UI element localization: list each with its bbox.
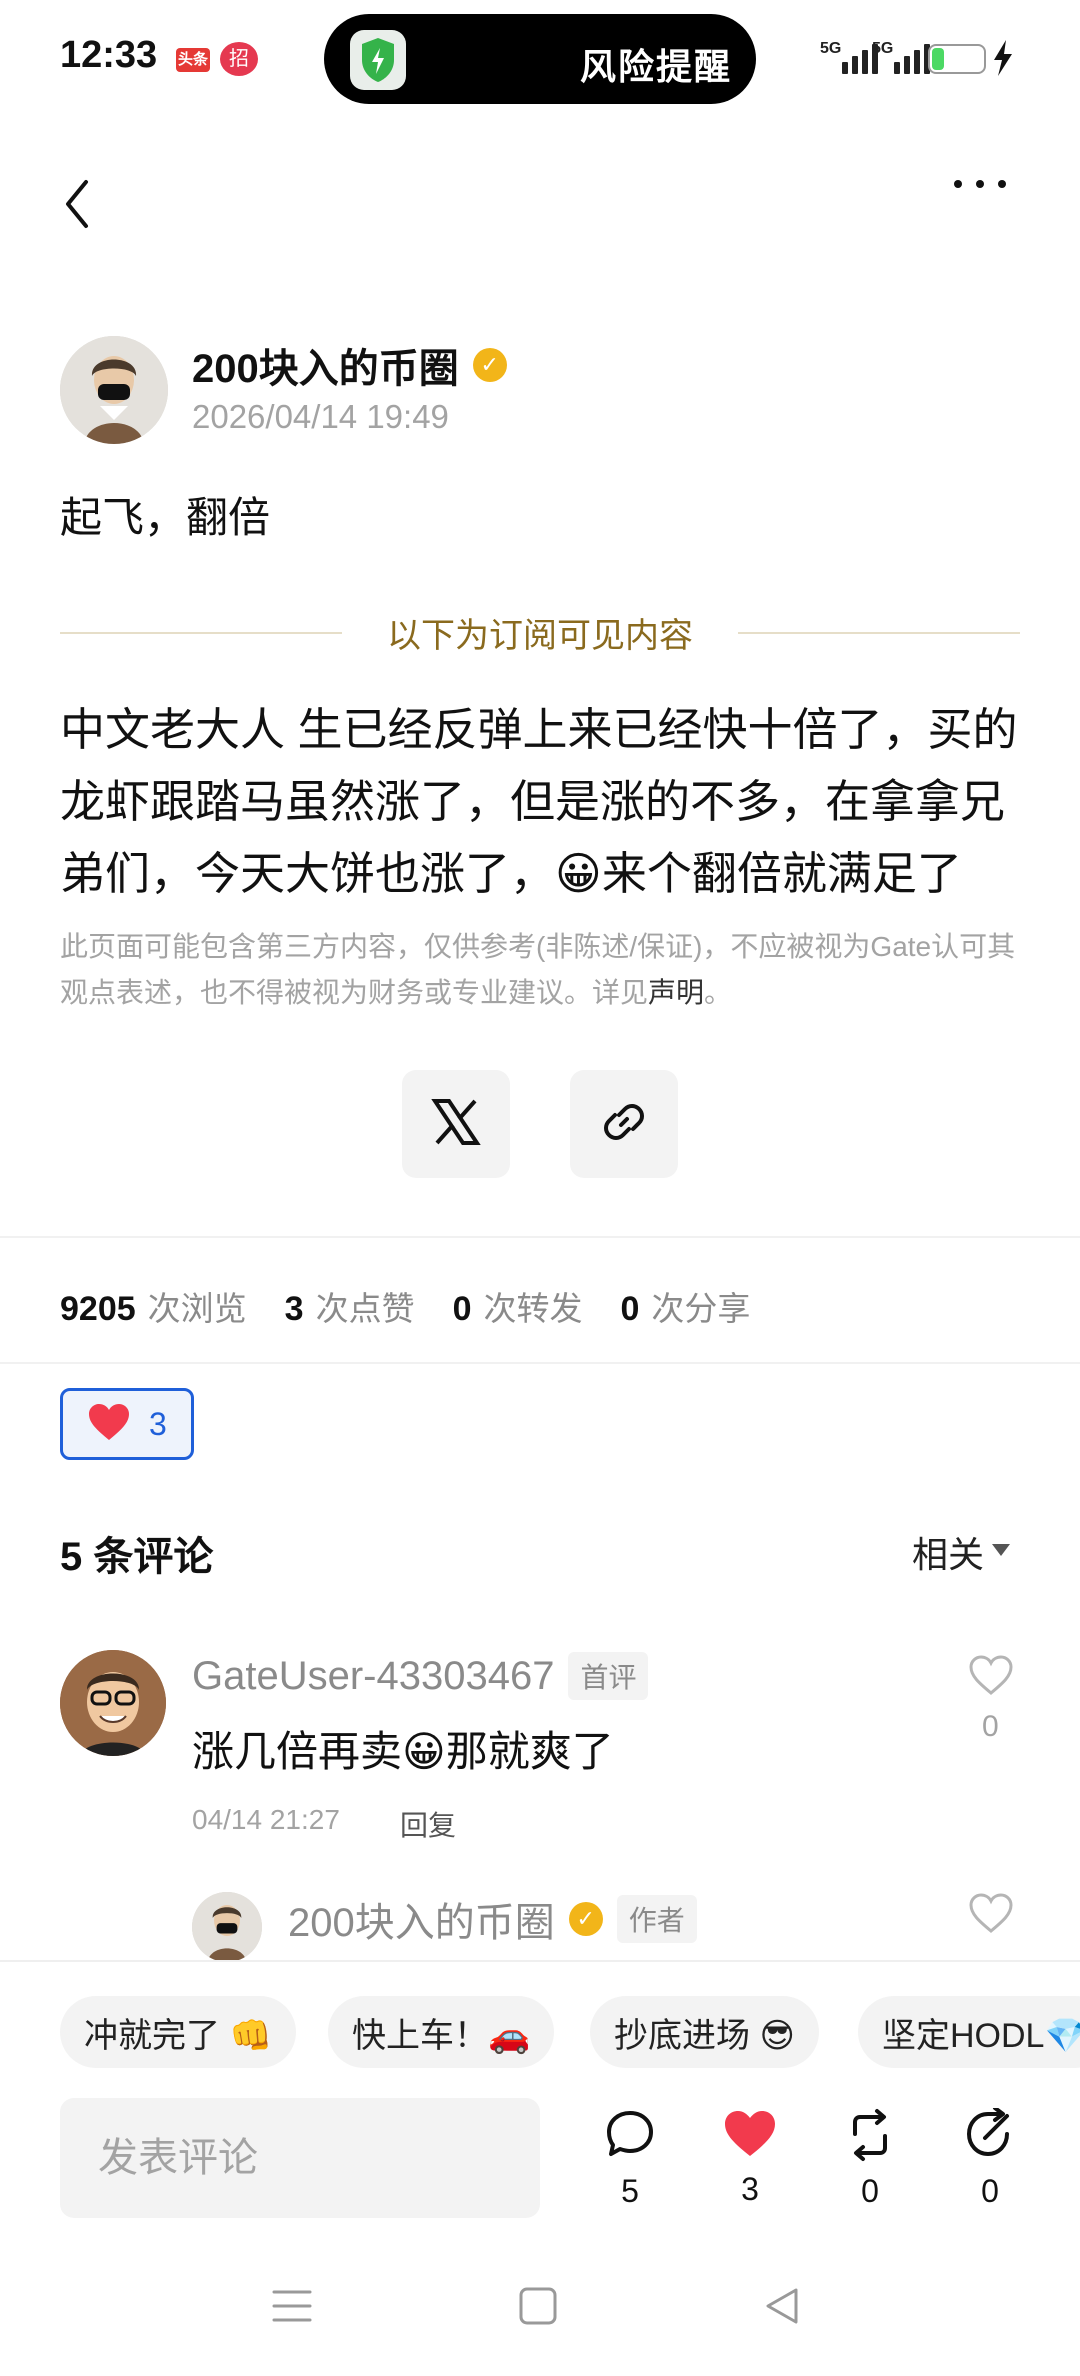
disclaimer: 此页面可能包含第三方内容，仅供参考(非陈述/保证)，不应被视为Gate认可其观点… xyxy=(60,924,1020,1016)
reply-heart-icon[interactable] xyxy=(968,1892,1014,1939)
signal-2-label: 5G xyxy=(872,40,894,57)
bank-app-icon: 招 xyxy=(220,42,258,76)
views-label: 次浏览 xyxy=(147,1290,247,1327)
repost-action[interactable]: 0 xyxy=(830,2108,910,2210)
author-name[interactable]: 200块入的币圈 xyxy=(192,336,459,394)
risk-alert-label: 风险提醒 xyxy=(580,46,733,87)
link-icon xyxy=(599,1097,649,1152)
comment-heart-icon[interactable] xyxy=(968,1654,1014,1701)
battery-icon: 22 xyxy=(928,44,986,74)
sort-dropdown[interactable]: 相关 xyxy=(912,1526,984,1578)
quick-reply-chip[interactable]: 坚定HODL💎 xyxy=(858,1996,1080,2068)
post-body: 中文老大人 生已经反弹上来已经快十倍了，买的龙虾跟踏马虽然涨了，但是涨的不多，在… xyxy=(60,704,1018,899)
likes-count: 3 xyxy=(284,1290,304,1328)
comment-like-count: 0 xyxy=(982,1710,999,1743)
reply-avatar[interactable] xyxy=(192,1892,262,1962)
author-avatar[interactable] xyxy=(60,336,168,444)
charging-icon xyxy=(992,40,1014,84)
back-nav-icon[interactable] xyxy=(762,2286,802,2331)
repost-icon xyxy=(830,2108,910,2167)
signal-2-bars-icon xyxy=(894,40,930,74)
post-headline: 起飞，翻倍 xyxy=(60,494,271,541)
comment-input[interactable]: 发表评论 xyxy=(60,2098,540,2218)
reaction-count: 3 xyxy=(149,1405,167,1442)
comments-title: 5 条评论 xyxy=(60,1535,214,1579)
quick-reply-chip[interactable]: 快上车！🚗 xyxy=(328,1996,555,2068)
disclaimer-end: 。 xyxy=(704,977,733,1008)
comment-count: 5 xyxy=(621,2173,639,2209)
separator xyxy=(0,1236,1080,1238)
back-icon[interactable] xyxy=(58,176,98,237)
share-x-button[interactable] xyxy=(402,1070,510,1178)
share-action[interactable]: 0 xyxy=(950,2106,1030,2210)
post-stats: 9205 次浏览 3 次点赞 0 次转发 0 次分享 xyxy=(60,1282,750,1330)
reply-button[interactable]: 回复 xyxy=(400,1804,456,1844)
signal-1-label: 5G xyxy=(820,40,842,57)
shares-label: 次分享 xyxy=(651,1290,751,1327)
reposts-label: 次转发 xyxy=(483,1290,583,1327)
comment-time: 04/14 21:27 xyxy=(192,1804,340,1835)
home-nav-icon[interactable] xyxy=(518,2286,558,2331)
reply-username[interactable]: 200块入的币圈 xyxy=(288,1890,555,1948)
commenter-avatar[interactable] xyxy=(60,1650,166,1756)
verified-badge-icon: ✓ xyxy=(472,348,507,382)
quick-reply-chip[interactable]: 冲就完了 👊 xyxy=(60,1996,296,2068)
share-icon xyxy=(950,2106,1030,2167)
reposts-count: 0 xyxy=(452,1290,472,1328)
author-tag: 作者 xyxy=(616,1895,697,1943)
views-count: 9205 xyxy=(60,1290,136,1328)
comment-user-row[interactable]: GateUser-43303467 首评 xyxy=(192,1652,649,1700)
author-name-row[interactable]: 200块入的币圈 ✓ xyxy=(192,336,507,394)
shield-icon xyxy=(350,30,406,90)
x-logo-icon xyxy=(431,1097,481,1152)
post-timestamp: 2026/04/14 19:49 xyxy=(192,398,449,435)
like-action[interactable]: 3 xyxy=(710,2108,790,2208)
comment-username[interactable]: GateUser-43303467 xyxy=(192,1654,554,1699)
first-comment-tag: 首评 xyxy=(568,1652,649,1700)
verified-badge-icon: ✓ xyxy=(568,1902,603,1936)
shares-count: 0 xyxy=(620,1290,640,1328)
heart-filled-icon xyxy=(710,2108,790,2165)
menu-nav-icon[interactable] xyxy=(272,2286,312,2331)
disclaimer-text: 此页面可能包含第三方内容，仅供参考(非陈述/保证)，不应被视为Gate认可其观点… xyxy=(60,931,1016,1008)
likes-label: 次点赞 xyxy=(315,1290,415,1327)
news-app-icon: 头条 xyxy=(176,48,210,72)
caret-down-icon[interactable] xyxy=(992,1544,1010,1556)
reply-user-row[interactable]: 200块入的币圈 ✓ 作者 xyxy=(288,1890,697,1948)
copy-link-button[interactable] xyxy=(570,1070,678,1178)
heart-reaction-chip[interactable]: 3 xyxy=(60,1388,194,1460)
more-options-icon[interactable] xyxy=(954,180,1006,188)
disclaimer-link[interactable]: 声明 xyxy=(648,977,704,1008)
repost-count: 0 xyxy=(861,2173,879,2209)
comment-bubble-icon xyxy=(590,2108,670,2167)
quick-reply-chip[interactable]: 抄底进场 😎 xyxy=(590,1996,819,2068)
separator xyxy=(0,1362,1080,1364)
comment-text: 涨几倍再卖😀那就爽了 xyxy=(192,1728,614,1775)
status-time: 12:33 xyxy=(60,34,158,76)
subscriber-content-divider: 以下为订阅可见内容 xyxy=(387,617,693,655)
like-count: 3 xyxy=(741,2171,759,2207)
share-count: 0 xyxy=(981,2173,999,2209)
comment-action[interactable]: 5 xyxy=(590,2108,670,2210)
heart-icon xyxy=(87,1402,131,1447)
battery-percentage: 22 xyxy=(945,48,969,70)
